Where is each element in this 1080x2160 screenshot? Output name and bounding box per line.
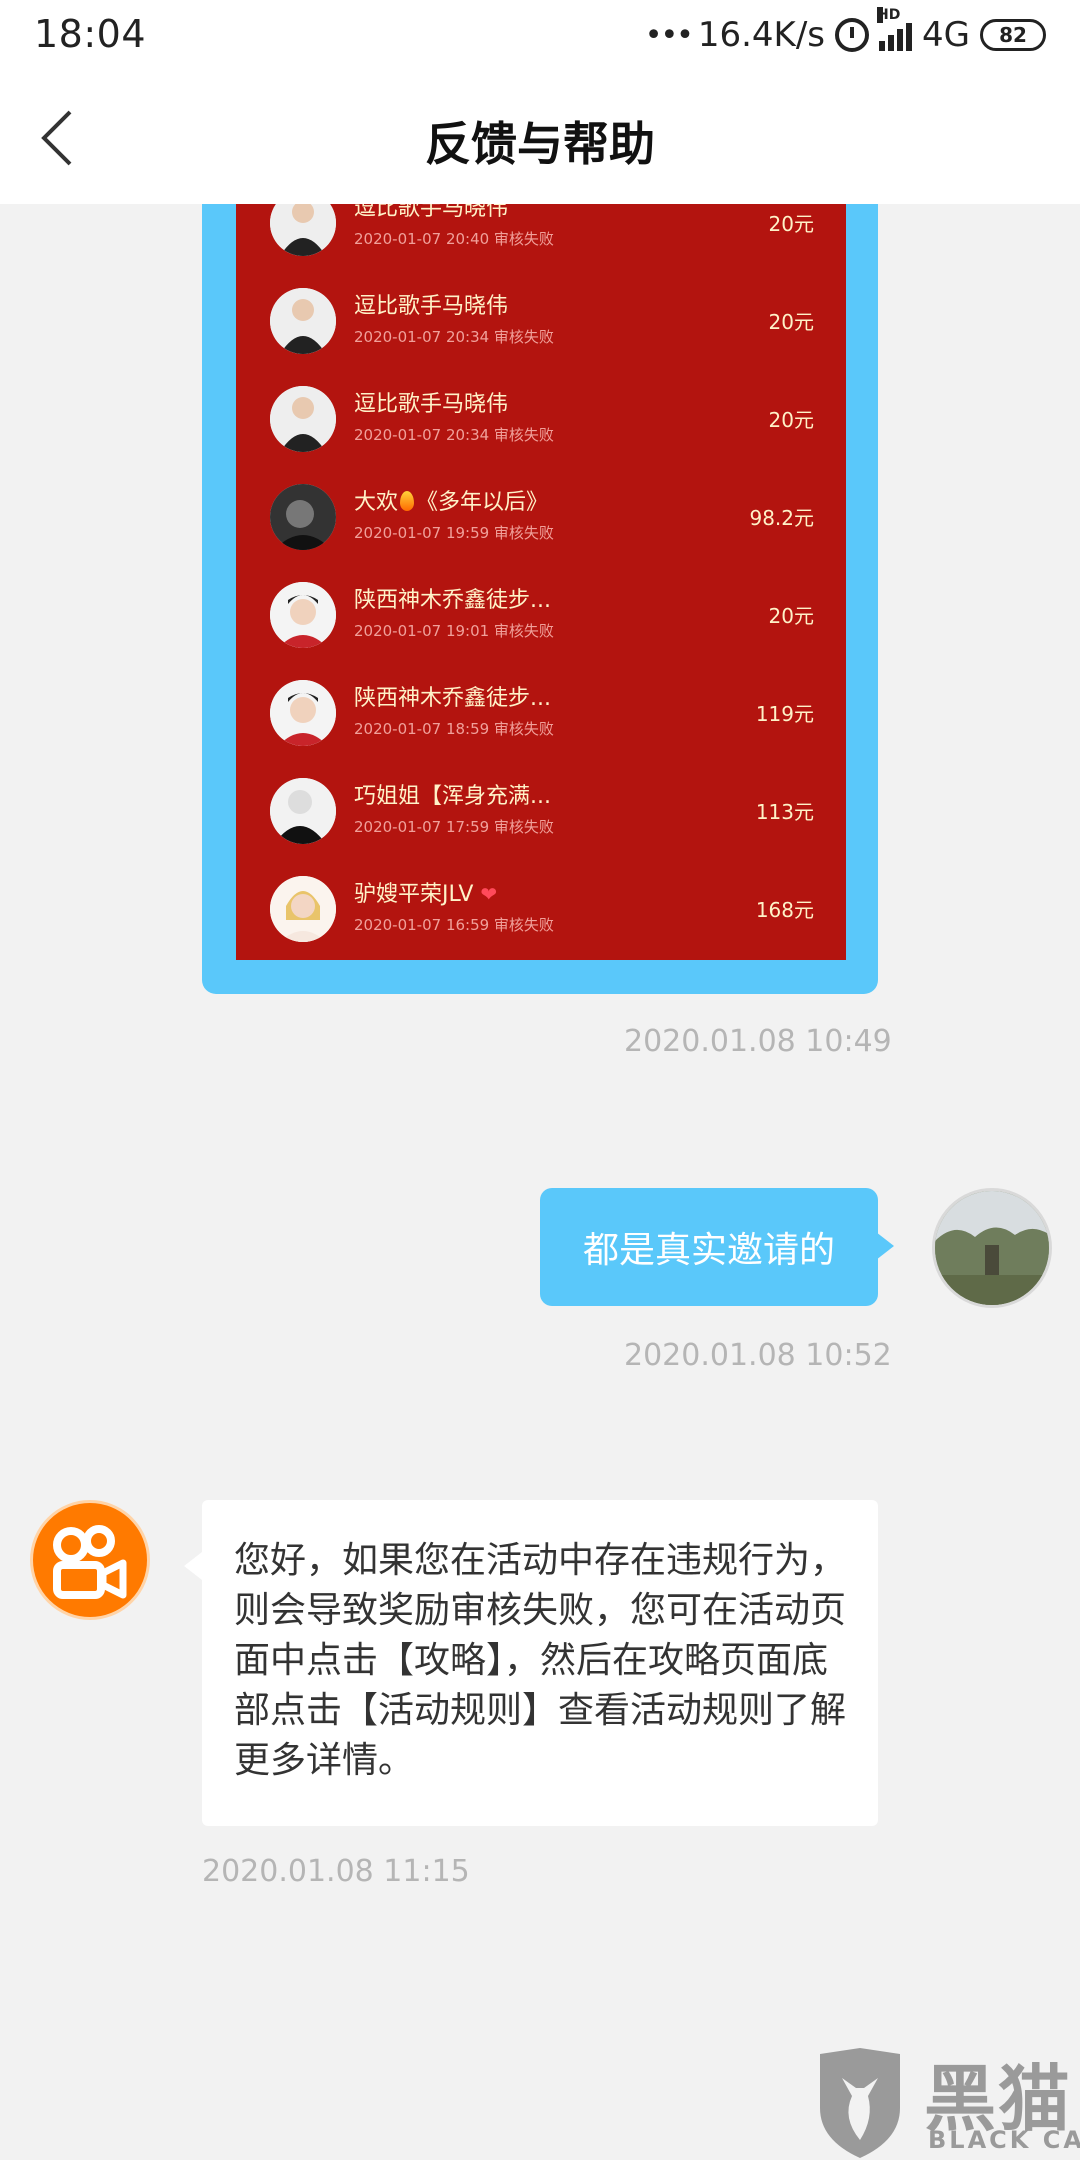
record-amount: 119元: [755, 702, 814, 726]
fire-icon: [400, 491, 415, 511]
signal-icon: HD: [877, 7, 913, 51]
record-amount: 20元: [768, 408, 814, 432]
list-item: 逗比歌手马晓伟 2020-01-07 20:40 审核失败 20元: [236, 204, 846, 272]
list-item: 巧姐姐【浑身充满... 2020-01-07 17:59 审核失败 113元: [236, 762, 846, 860]
list-item: 陕西神木乔鑫徒步... 2020-01-07 19:01 审核失败 20元: [236, 566, 846, 664]
watermark: 黑猫 BLACK CAT: [808, 2040, 1080, 2160]
record-meta: 2020-01-07 20:34 审核失败: [354, 328, 554, 346]
status-time: 18:04: [34, 12, 147, 56]
record-name: 驴嫂平荣JLV ❤: [354, 882, 498, 907]
outgoing-message-bubble[interactable]: 都是真实邀请的: [540, 1188, 894, 1306]
shared-image-message[interactable]: 逗比歌手马晓伟 2020-01-07 20:40 审核失败 20元 逗比歌手马晓…: [202, 204, 878, 994]
battery-icon: 82: [980, 19, 1046, 51]
record-amount: 113元: [755, 800, 814, 824]
more-dots-icon: •••: [644, 17, 694, 53]
message-timestamp: 2020.01.08 11:15: [202, 1854, 470, 1889]
heart-icon: ❤: [480, 882, 498, 906]
record-meta: 2020-01-07 20:34 审核失败: [354, 426, 554, 444]
record-name: 陕西神木乔鑫徒步...: [354, 588, 551, 613]
message-text: 都是真实邀请的: [582, 1230, 835, 1271]
record-name: 逗比歌手马晓伟: [354, 294, 509, 319]
record-meta: 2020-01-07 17:59 审核失败: [354, 818, 554, 836]
record-meta: 2020-01-07 19:01 审核失败: [354, 622, 554, 640]
list-item: 逗比歌手马晓伟 2020-01-07 20:34 审核失败 20元: [236, 272, 846, 370]
avatar: [270, 288, 336, 354]
battery-level: 82: [999, 23, 1027, 47]
record-amount: 20元: [768, 212, 814, 236]
avatar: [270, 386, 336, 452]
record-meta: 2020-01-07 18:59 审核失败: [354, 720, 554, 738]
record-name: 逗比歌手马晓伟: [354, 392, 509, 417]
record-name: 巧姐姐【浑身充满...: [354, 784, 551, 809]
alarm-icon: [835, 18, 870, 52]
nav-bar: 反馈与帮助: [0, 72, 1080, 204]
record-meta: 2020-01-07 20:40 审核失败: [354, 230, 554, 248]
avatar[interactable]: [30, 1500, 150, 1620]
avatar: [270, 680, 336, 746]
status-icons: ••• 16.4K/s HD 4G 82: [644, 7, 1046, 60]
list-item: 大欢 《多年以后》 2020-01-07 19:59 审核失败 98.2元: [236, 468, 846, 566]
avatar: [270, 484, 336, 550]
record-amount: 98.2元: [749, 506, 814, 530]
network-speed: 16.4K/s: [697, 15, 826, 55]
record-amount: 20元: [768, 604, 814, 628]
record-meta: 2020-01-07 16:59 审核失败: [354, 916, 554, 934]
incoming-message-bubble[interactable]: 您好，如果您在活动中存在违规行为，则会导致奖励审核失败，您可在活动页面中点击【攻…: [184, 1500, 878, 1826]
avatar: [270, 876, 336, 942]
record-amount: 168元: [755, 898, 814, 922]
hd-label: HD: [877, 7, 901, 23]
list-item: 驴嫂平荣JLV ❤ 2020-01-07 16:59 审核失败 168元: [236, 860, 846, 958]
status-bar: 18:04 ••• 16.4K/s HD 4G 82: [0, 0, 1080, 72]
record-name: 逗比歌手马晓伟: [354, 204, 509, 221]
list-item: 逗比歌手马晓伟 2020-01-07 20:34 审核失败 20元: [236, 370, 846, 468]
screen: 18:04 ••• 16.4K/s HD 4G 82 反馈与帮助 逗比歌手马晓伟…: [0, 0, 1080, 2160]
watermark-en: BLACK CAT: [928, 2126, 1080, 2154]
record-name: 陕西神木乔鑫徒步...: [354, 686, 551, 711]
message-timestamp: 2020.01.08 10:49: [624, 1024, 892, 1059]
list-item: 陕西神木乔鑫徒步... 2020-01-07 18:59 审核失败 119元: [236, 664, 846, 762]
avatar: [270, 778, 336, 844]
avatar: [270, 204, 336, 256]
record-meta: 2020-01-07 19:59 审核失败: [354, 524, 554, 542]
kuaishou-logo-icon: [53, 1525, 127, 1599]
black-cat-logo-icon: [820, 2048, 900, 2158]
avatar: [270, 582, 336, 648]
user-avatar-photo: [935, 1191, 1049, 1305]
network-type: 4G: [922, 15, 970, 55]
avatar[interactable]: [932, 1188, 1052, 1308]
record-name: 大欢 《多年以后》: [354, 490, 549, 515]
page-title: 反馈与帮助: [425, 117, 655, 171]
record-amount: 20元: [768, 310, 814, 334]
reward-record-list: 逗比歌手马晓伟 2020-01-07 20:40 审核失败 20元 逗比歌手马晓…: [236, 204, 846, 960]
message-timestamp: 2020.01.08 10:52: [624, 1338, 892, 1373]
message-text: 您好，如果您在活动中存在违规行为，则会导致奖励审核失败，您可在活动页面中点击【攻…: [234, 1540, 847, 1781]
